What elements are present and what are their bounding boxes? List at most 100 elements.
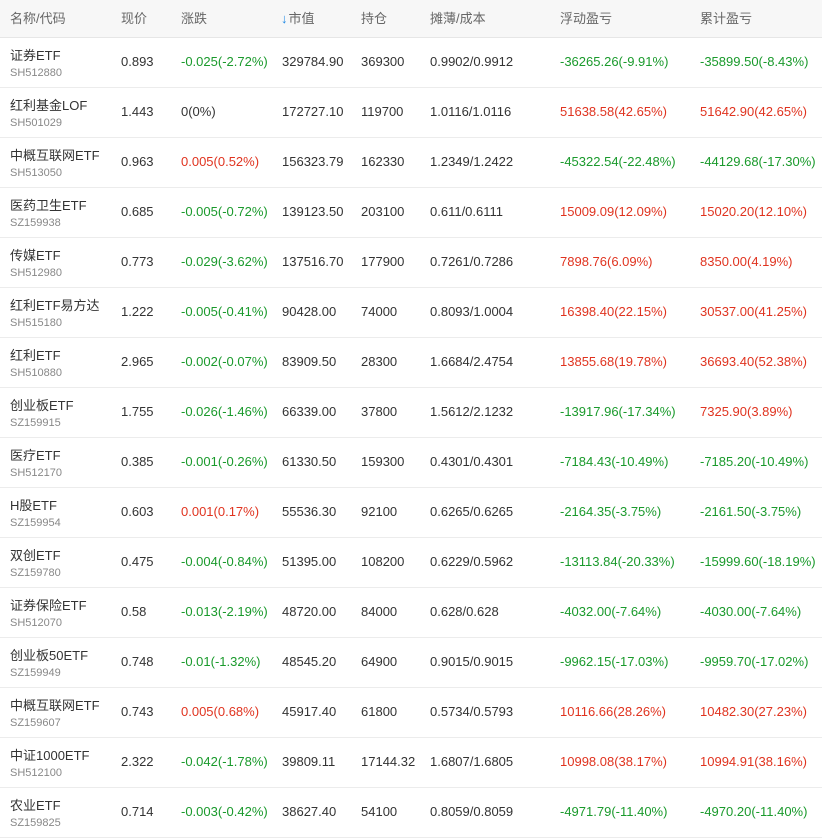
total-pl: 10482.30(27.23%) bbox=[700, 704, 807, 719]
table-row[interactable]: 创业板50ETF SZ159949 0.748 -0.01(-1.32%) 48545.… bbox=[0, 638, 822, 688]
fund-name: 红利ETF bbox=[10, 348, 61, 363]
holding-quantity: 203100 bbox=[361, 204, 405, 219]
fund-name: 证券保险ETF bbox=[10, 598, 87, 613]
table-row[interactable]: 双创ETF SZ159780 0.475 -0.004(-0.84%) 51395.00… bbox=[0, 538, 822, 588]
table-row[interactable]: 中概互联网ETF SZ159607 0.743 0.005(0.68%) 45917.4… bbox=[0, 688, 822, 738]
float-pl: 15009.09(12.09%) bbox=[560, 204, 667, 219]
fund-code: SH512170 bbox=[10, 467, 62, 479]
diluted-cost: 0.5734/0.5793 bbox=[430, 704, 514, 719]
header-market-value[interactable]: ↓市值 bbox=[281, 8, 315, 27]
holding-quantity: 177900 bbox=[361, 254, 405, 269]
fund-code: SH512100 bbox=[10, 767, 62, 779]
current-price: 0.773 bbox=[121, 254, 154, 269]
price-change: 0(0%) bbox=[181, 104, 216, 119]
fund-name: 中概互联网ETF bbox=[10, 698, 100, 713]
table-header: 名称/代码 现价 涨跌 ↓市值 持仓 摊薄/成本 浮动盈亏 累计盈亏 bbox=[0, 0, 822, 38]
total-pl: 8350.00(4.19%) bbox=[700, 254, 793, 269]
current-price: 0.685 bbox=[121, 204, 154, 219]
float-pl: -7184.43(-10.49%) bbox=[560, 454, 669, 469]
fund-code: SH513050 bbox=[10, 167, 62, 179]
float-pl: 13855.68(19.78%) bbox=[560, 354, 667, 369]
table-row[interactable]: 证券保险ETF SH512070 0.58 -0.013(-2.19%) 48720.0… bbox=[0, 588, 822, 638]
header-holding[interactable]: 持仓 bbox=[361, 8, 387, 27]
table-row[interactable]: 医疗ETF SH512170 0.385 -0.001(-0.26%) 61330.50… bbox=[0, 438, 822, 488]
float-pl: -4032.00(-7.64%) bbox=[560, 604, 662, 619]
current-price: 0.58 bbox=[121, 604, 147, 619]
total-pl: -9959.70(-17.02%) bbox=[700, 654, 809, 669]
current-price: 0.714 bbox=[121, 804, 154, 819]
holdings-table: 名称/代码 现价 涨跌 ↓市值 持仓 摊薄/成本 浮动盈亏 累计盈亏 证券ETF… bbox=[0, 0, 822, 838]
current-price: 0.385 bbox=[121, 454, 154, 469]
holding-quantity: 28300 bbox=[361, 354, 398, 369]
header-cost[interactable]: 摊薄/成本 bbox=[430, 8, 486, 27]
table-row[interactable]: 中证1000ETF SH512100 2.322 -0.042(-1.78%) 3980… bbox=[0, 738, 822, 788]
price-change: -0.013(-2.19%) bbox=[181, 604, 268, 619]
fund-code: SZ159607 bbox=[10, 717, 61, 729]
fund-code: SH512070 bbox=[10, 617, 62, 629]
diluted-cost: 0.9902/0.9912 bbox=[430, 54, 514, 69]
market-value: 51395.00 bbox=[282, 554, 337, 569]
fund-name: 双创ETF bbox=[10, 548, 61, 563]
float-pl: -4971.79(-11.40%) bbox=[560, 804, 668, 819]
total-pl: -7185.20(-10.49%) bbox=[700, 454, 809, 469]
price-change: -0.004(-0.84%) bbox=[181, 554, 268, 569]
table-row[interactable]: 红利ETF易方达 SH515180 1.222 -0.005(-0.41%) 90428… bbox=[0, 288, 822, 338]
table-row[interactable]: 红利ETF SH510880 2.965 -0.002(-0.07%) 83909.50… bbox=[0, 338, 822, 388]
fund-code: SZ159949 bbox=[10, 667, 61, 679]
market-value: 48720.00 bbox=[282, 604, 337, 619]
current-price: 1.222 bbox=[121, 304, 154, 319]
price-change: 0.005(0.68%) bbox=[181, 704, 260, 719]
diluted-cost: 0.611/0.6111 bbox=[430, 204, 504, 219]
float-pl: -9962.15(-17.03%) bbox=[560, 654, 669, 669]
price-change: -0.005(-0.41%) bbox=[181, 304, 268, 319]
holding-quantity: 92100 bbox=[361, 504, 398, 519]
current-price: 2.322 bbox=[121, 754, 154, 769]
price-change: -0.002(-0.07%) bbox=[181, 354, 268, 369]
fund-name: 红利基金LOF bbox=[10, 98, 88, 113]
fund-name: 传媒ETF bbox=[10, 248, 61, 263]
float-pl: 7898.76(6.09%) bbox=[560, 254, 653, 269]
header-float-pl[interactable]: 浮动盈亏 bbox=[560, 8, 612, 27]
table-row[interactable]: 证券ETF SH512880 0.893 -0.025(-2.72%) 329784.9… bbox=[0, 38, 822, 88]
price-change: -0.042(-1.78%) bbox=[181, 754, 268, 769]
holding-quantity: 119700 bbox=[361, 104, 404, 119]
diluted-cost: 1.6807/1.6805 bbox=[430, 754, 514, 769]
table-row[interactable]: 中概互联网ETF SH513050 0.963 0.005(0.52%) 156323.… bbox=[0, 138, 822, 188]
table-row[interactable]: 医药卫生ETF SZ159938 0.685 -0.005(-0.72%) 139123… bbox=[0, 188, 822, 238]
fund-code: SH501029 bbox=[10, 117, 62, 129]
fund-name: 农业ETF bbox=[10, 798, 61, 813]
fund-code: SZ159825 bbox=[10, 817, 61, 829]
header-price[interactable]: 现价 bbox=[121, 8, 147, 27]
market-value: 39809.11 bbox=[282, 754, 336, 769]
price-change: -0.029(-3.62%) bbox=[181, 254, 268, 269]
diluted-cost: 0.628/0.628 bbox=[430, 604, 499, 619]
table-row[interactable]: H股ETF SZ159954 0.603 0.001(0.17%) 55536.30 92… bbox=[0, 488, 822, 538]
diluted-cost: 1.6684/2.4754 bbox=[430, 354, 514, 369]
fund-code: SZ159915 bbox=[10, 417, 61, 429]
table-row[interactable]: 创业板ETF SZ159915 1.755 -0.026(-1.46%) 66339.0… bbox=[0, 388, 822, 438]
total-pl: -4030.00(-7.64%) bbox=[700, 604, 802, 619]
float-pl: -13113.84(-20.33%) bbox=[560, 554, 675, 569]
diluted-cost: 0.7261/0.7286 bbox=[430, 254, 514, 269]
table-row[interactable]: 传媒ETF SH512980 0.773 -0.029(-3.62%) 137516.7… bbox=[0, 238, 822, 288]
holding-quantity: 54100 bbox=[361, 804, 398, 819]
market-value: 329784.90 bbox=[282, 54, 344, 69]
sort-down-arrow-icon: ↓ bbox=[281, 11, 288, 26]
header-change[interactable]: 涨跌 bbox=[181, 8, 207, 27]
total-pl: 30537.00(41.25%) bbox=[700, 304, 807, 319]
market-value: 156323.79 bbox=[282, 154, 344, 169]
table-row[interactable]: 红利基金LOF SH501029 1.443 0(0%) 172727.10 119700… bbox=[0, 88, 822, 138]
current-price: 0.748 bbox=[121, 654, 154, 669]
total-pl: -44129.68(-17.30%) bbox=[700, 154, 816, 169]
fund-code: SH515180 bbox=[10, 317, 62, 329]
header-name-code[interactable]: 名称/代码 bbox=[10, 8, 66, 27]
table-row[interactable]: 农业ETF SZ159825 0.714 -0.003(-0.42%) 38627.40… bbox=[0, 788, 822, 838]
fund-code: SZ159938 bbox=[10, 217, 61, 229]
header-total-pl[interactable]: 累计盈亏 bbox=[700, 8, 752, 27]
current-price: 0.893 bbox=[121, 54, 154, 69]
float-pl: -45322.54(-22.48%) bbox=[560, 154, 676, 169]
current-price: 1.443 bbox=[121, 104, 154, 119]
fund-code: SH512980 bbox=[10, 267, 62, 279]
fund-name: H股ETF bbox=[10, 498, 57, 513]
market-value: 55536.30 bbox=[282, 504, 337, 519]
